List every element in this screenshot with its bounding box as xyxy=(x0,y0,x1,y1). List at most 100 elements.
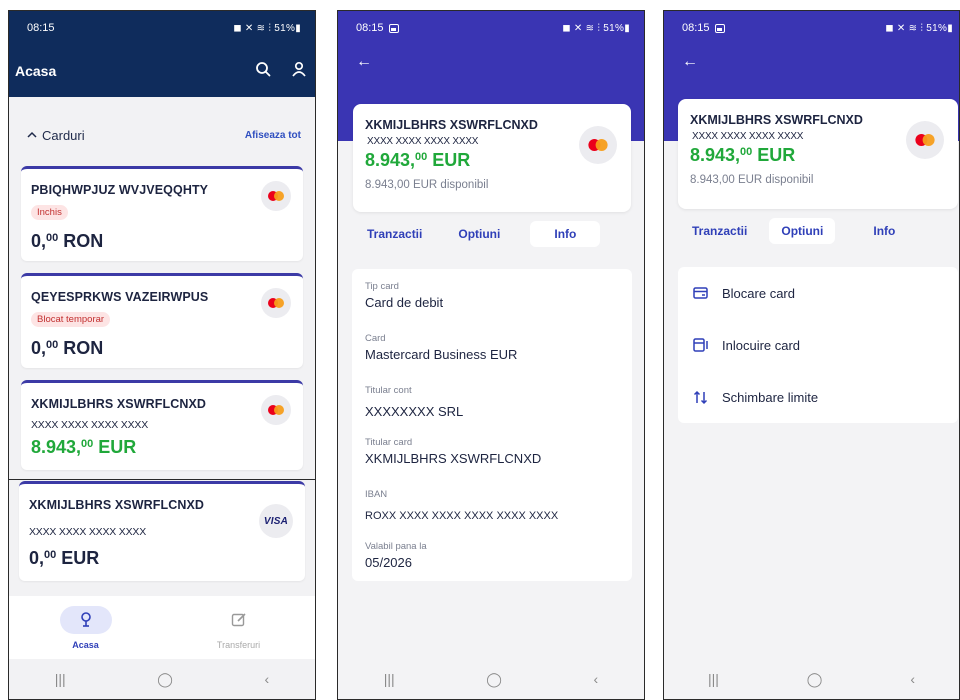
cards-section-toggle[interactable]: Carduri xyxy=(27,128,85,143)
card-number-masked: XXXX XXXX XXXX XXXX xyxy=(31,419,149,431)
tab-transactions[interactable]: Tranzactii xyxy=(680,218,759,244)
card-name: XKMIJLBHRS XSWRFLCNXD xyxy=(690,113,863,127)
card-balance: 0,00 RON xyxy=(31,338,104,358)
home-button-icon[interactable]: ◯ xyxy=(807,671,823,688)
image-notification-icon xyxy=(714,23,725,33)
home-header: 08:15 ◼ ✕ ≋ ⫶ 51%▮ Acasa xyxy=(9,11,315,97)
mastercard-logo-icon xyxy=(906,121,944,159)
card-item[interactable]: XKMIJLBHRS XSWRFLCNXD VISA XXXX XXXX XXX… xyxy=(19,481,305,581)
bottom-navigation: Acasa Transferuri xyxy=(9,596,315,660)
back-button-icon[interactable]: ‹ xyxy=(594,671,599,687)
nav-item-transfers[interactable]: Transferuri xyxy=(184,606,294,650)
system-navigation-bar: ||| ◯ ‹ xyxy=(338,659,644,699)
option-block-card[interactable]: Blocare card xyxy=(692,285,795,301)
status-time: 08:15 xyxy=(682,22,710,34)
cards-section-header: Carduri Afiseaza tot xyxy=(9,125,315,145)
back-arrow-icon[interactable]: ← xyxy=(682,53,698,71)
available-balance: 8.943,00 EUR disponibil xyxy=(365,179,489,191)
edit-icon xyxy=(213,606,265,634)
status-badge: Inchis xyxy=(31,205,68,220)
status-bar: 08:15 ◼ ✕ ≋ ⫶ 51%▮ xyxy=(9,11,315,45)
option-label: Inlocuire card xyxy=(722,337,801,353)
phone-card-info-screen: 08:15 ◼ ✕ ≋ ⫶ 51%▮ ← XKMIJLBHRS XSWRFLCN… xyxy=(337,10,645,700)
card-number-masked: XXXX XXXX XXXX XXXX xyxy=(692,131,804,142)
image-notification-icon xyxy=(388,23,399,33)
card-options-panel: Blocare card Inlocuire card Schimbare li… xyxy=(678,267,958,423)
mastercard-logo-icon xyxy=(579,126,617,164)
card-name: PBIQHWPJUZ WVJVEQQHTY xyxy=(31,183,209,197)
info-field-iban: IBAN ROXX XXXX XXXX XXXX XXXX XXXX xyxy=(365,489,559,522)
card-info-panel: Tip card Card de debit Card Mastercard Bus… xyxy=(352,269,632,581)
card-balance: 8.943,00 EUR xyxy=(690,145,796,165)
recent-apps-icon[interactable]: ||| xyxy=(55,671,66,687)
app-bar: Acasa xyxy=(9,45,315,97)
mastercard-logo-icon xyxy=(261,288,291,318)
account-card: XKMIJLBHRS XSWRFLCNXD XXXX XXXX XXXX XXX… xyxy=(678,99,958,209)
status-time: 08:15 xyxy=(27,22,55,34)
phone-home-screen: 08:15 ◼ ✕ ≋ ⫶ 51%▮ Acasa Carduri Afiseaz… xyxy=(8,10,316,700)
home-button-icon[interactable]: ◯ xyxy=(157,671,173,688)
card-replace-icon xyxy=(692,337,710,353)
swap-arrows-icon xyxy=(692,389,710,405)
status-badge: Blocat temporar xyxy=(31,312,111,327)
option-label: Schimbare limite xyxy=(722,389,819,405)
back-arrow-icon[interactable]: ← xyxy=(356,53,372,71)
status-bar: 08:15 ◼ ✕ ≋ ⫶ 51%▮ xyxy=(664,11,959,45)
chevron-up-icon xyxy=(27,131,37,138)
card-balance: 0,00 RON xyxy=(31,231,104,251)
back-button-icon[interactable]: ‹ xyxy=(910,671,915,687)
visa-logo-icon: VISA xyxy=(259,504,293,538)
nav-item-home[interactable]: Acasa xyxy=(31,606,141,650)
option-replace-card[interactable]: Inlocuire card xyxy=(692,337,800,353)
card-tabs: Tranzactii Optiuni Info xyxy=(353,221,601,247)
mastercard-logo-icon xyxy=(261,181,291,211)
card-number-masked: XXXX XXXX XXXX XXXX xyxy=(29,526,147,538)
screenshot-divider xyxy=(9,479,315,480)
card-number-masked: XXXX XXXX XXXX XXXX xyxy=(367,136,479,147)
status-system-icons: ◼ ✕ ≋ ⫶ 51%▮ xyxy=(562,22,630,34)
card-item[interactable]: QEYESPRKWS VAZEIRWPUS Blocat temporar 0,… xyxy=(21,273,303,368)
back-button-icon[interactable]: ‹ xyxy=(265,671,270,687)
cards-section-title: Carduri xyxy=(42,127,85,143)
phone-card-options-screen: 08:15 ◼ ✕ ≋ ⫶ 51%▮ ← XKMIJLBHRS XSWRFLCN… xyxy=(663,10,960,700)
info-field-card: Card Mastercard Business EUR xyxy=(365,333,518,362)
tab-info[interactable]: Info xyxy=(530,221,601,247)
info-field-card-type: Tip card Card de debit xyxy=(365,281,444,310)
account-card: XKMIJLBHRS XSWRFLCNXD XXXX XXXX XXXX XXX… xyxy=(353,104,631,212)
info-field-valid-until: Valabil pana la 05/2026 xyxy=(365,541,427,570)
card-tabs: Tranzactii Optiuni Info xyxy=(680,218,909,244)
option-label: Blocare card xyxy=(722,285,795,301)
card-lock-icon xyxy=(692,285,710,301)
recent-apps-icon[interactable]: ||| xyxy=(384,671,395,687)
status-system-icons: ◼ ✕ ≋ ⫶ 51%▮ xyxy=(885,22,953,34)
system-navigation-bar: ||| ◯ ‹ xyxy=(664,659,959,699)
card-name: XKMIJLBHRS XSWRFLCNXD xyxy=(365,118,538,132)
search-icon[interactable] xyxy=(255,61,271,82)
card-name: XKMIJLBHRS XSWRFLCNXD xyxy=(29,498,205,512)
status-time: 08:15 xyxy=(356,22,384,34)
home-pin-icon xyxy=(59,606,112,634)
card-name: XKMIJLBHRS XSWRFLCNXD xyxy=(31,397,207,411)
status-system-icons: ◼ ✕ ≋ ⫶ 51%▮ xyxy=(233,22,301,34)
recent-apps-icon[interactable]: ||| xyxy=(708,671,719,687)
card-item[interactable]: XKMIJLBHRS XSWRFLCNXD XXXX XXXX XXXX XXX… xyxy=(21,380,303,470)
show-all-link[interactable]: Afiseaza tot xyxy=(245,130,301,141)
tab-info[interactable]: Info xyxy=(859,218,909,244)
mastercard-logo-icon xyxy=(261,395,291,425)
tab-options[interactable]: Optiuni xyxy=(444,221,514,247)
page-title: Acasa xyxy=(15,63,57,79)
available-balance: 8.943,00 EUR disponibil xyxy=(690,174,814,186)
card-name: QEYESPRKWS VAZEIRWPUS xyxy=(31,290,209,304)
system-navigation-bar: ||| ◯ ‹ xyxy=(9,659,315,699)
card-item[interactable]: PBIQHWPJUZ WVJVEQQHTY Inchis 0,00 RON xyxy=(21,166,303,261)
option-change-limits[interactable]: Schimbare limite xyxy=(692,389,818,405)
status-bar: 08:15 ◼ ✕ ≋ ⫶ 51%▮ xyxy=(338,11,644,45)
user-profile-icon[interactable] xyxy=(291,61,307,82)
info-field-card-holder: Titular card XKMIJLBHRS XSWRFLCNXD xyxy=(365,437,542,466)
nav-label: Transferuri xyxy=(216,640,261,650)
home-button-icon[interactable]: ◯ xyxy=(486,671,502,688)
card-balance: 0,00 EUR xyxy=(29,548,100,568)
card-balance: 8.943,00 EUR xyxy=(31,437,137,457)
tab-options[interactable]: Optiuni xyxy=(769,218,836,244)
tab-transactions[interactable]: Tranzactii xyxy=(353,221,436,247)
